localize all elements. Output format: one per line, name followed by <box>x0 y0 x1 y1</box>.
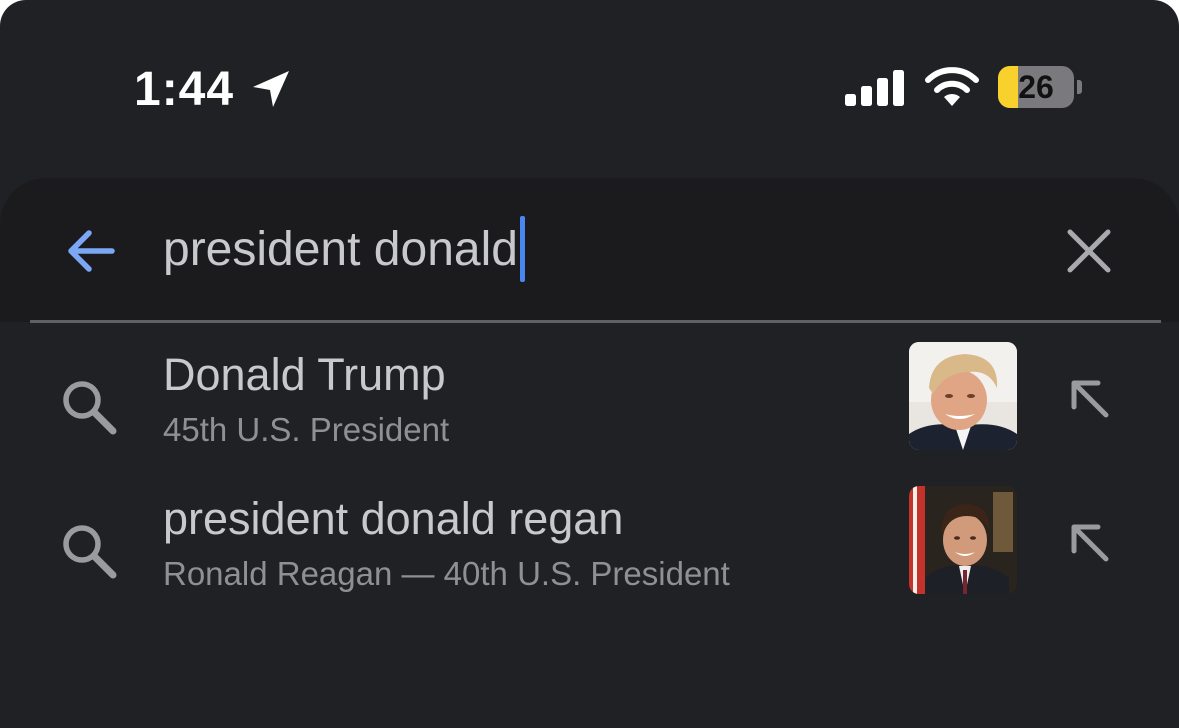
portrait-thumbnail <box>909 342 1017 450</box>
text-cursor <box>519 216 525 282</box>
cellular-signal-icon <box>845 70 904 106</box>
location-arrow-icon <box>253 71 289 107</box>
portrait-thumbnail <box>909 486 1017 594</box>
suggestion-subtitle: 45th U.S. President <box>163 411 450 448</box>
battery-level: 26 <box>1018 69 1054 105</box>
arrow-up-left-icon[interactable] <box>1066 519 1112 565</box>
status-bar: 1:44 26 <box>0 0 1179 170</box>
suggestion-item[interactable]: Donald Trump 45th U.S. President <box>0 342 1179 472</box>
search-divider <box>30 320 1161 323</box>
search-input[interactable] <box>163 220 923 280</box>
suggestion-title: president donald regan <box>163 493 624 544</box>
battery-cap <box>1077 80 1082 94</box>
suggestion-subtitle: Ronald Reagan — 40th U.S. President <box>163 555 730 592</box>
suggestion-title: Donald Trump <box>163 349 446 400</box>
search-icon <box>63 525 117 579</box>
arrow-left-icon[interactable] <box>62 222 120 280</box>
status-time: 1:44 <box>134 63 235 116</box>
wifi-icon <box>925 67 979 106</box>
battery-icon: 26 <box>998 66 1074 108</box>
search-icon <box>63 381 117 435</box>
search-bar <box>0 178 1179 322</box>
arrow-up-left-icon[interactable] <box>1066 375 1112 421</box>
close-icon[interactable] <box>1064 226 1114 276</box>
suggestion-item[interactable]: president donald regan Ronald Reagan — 4… <box>0 486 1179 616</box>
phone-screen: 1:44 26 president donald Donald Trump 45… <box>0 0 1179 728</box>
